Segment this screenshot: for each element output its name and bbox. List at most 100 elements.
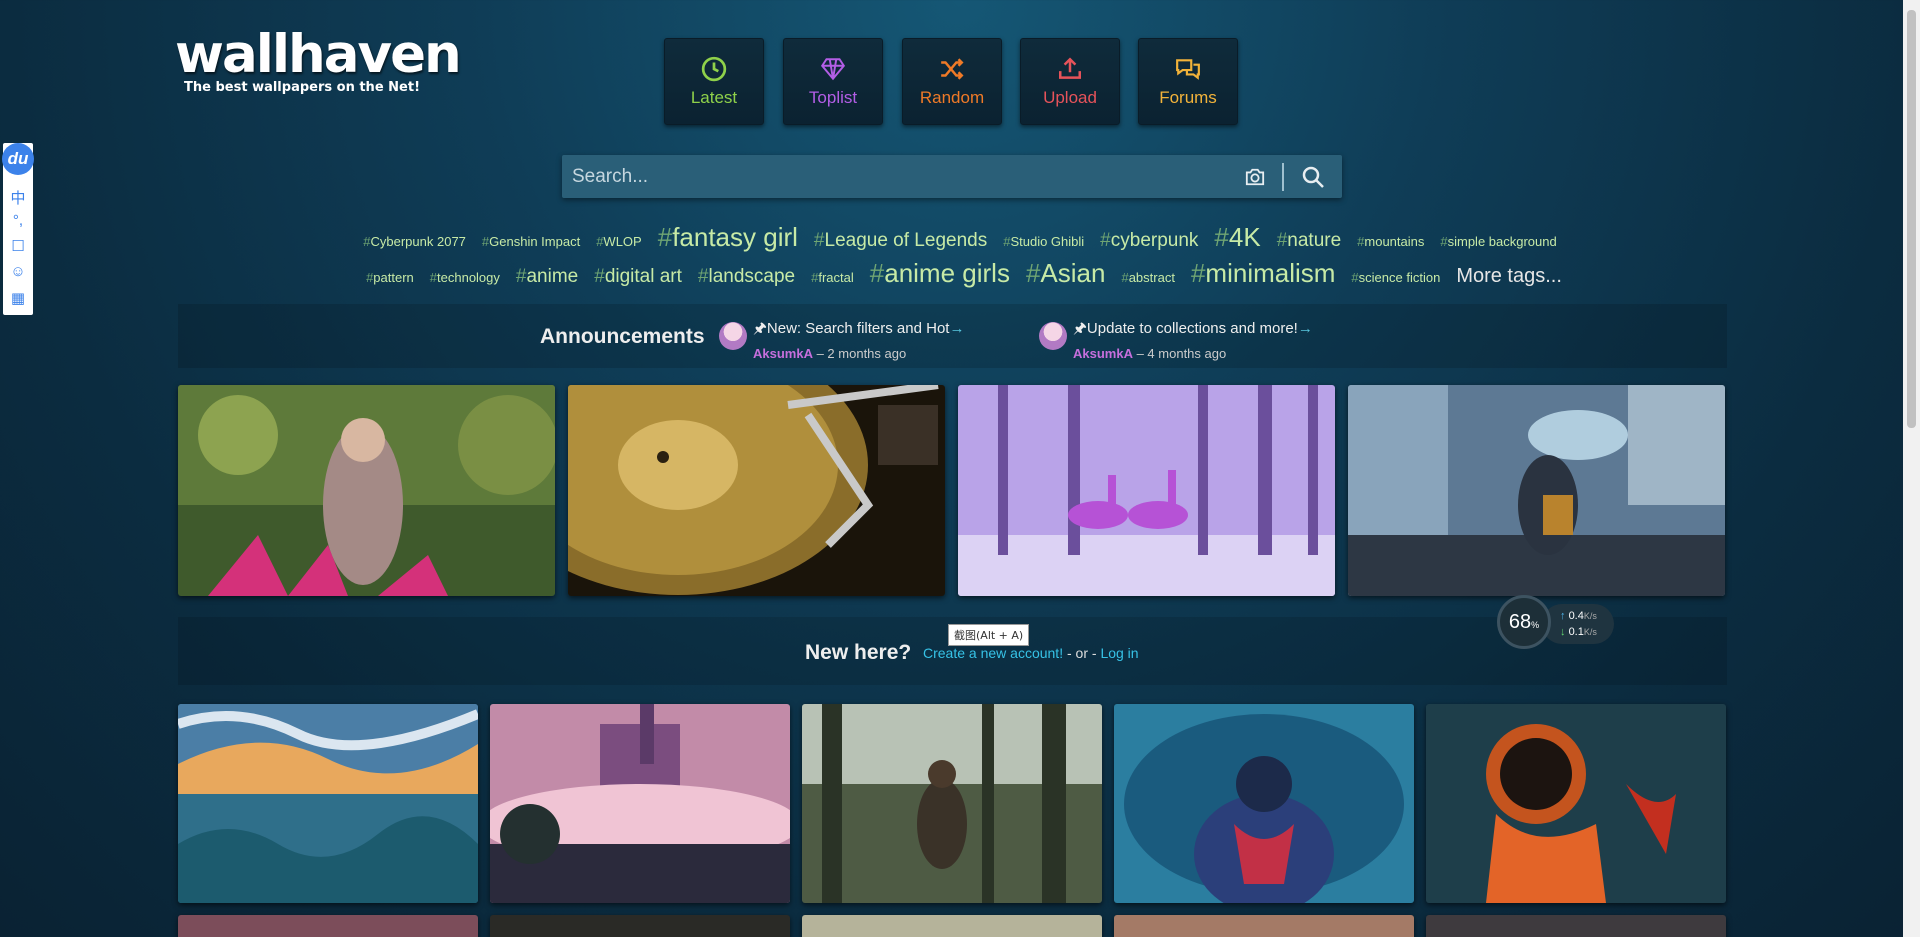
tag-name: 4K (1228, 222, 1261, 252)
ime-language-toggle[interactable]: 中 (3, 187, 33, 208)
tag-link[interactable]: #pattern (366, 270, 414, 285)
hash-symbol: # (363, 234, 371, 249)
ime-punctuation-toggle[interactable]: °, (3, 212, 33, 229)
tag-link[interactable]: #science fiction (1351, 270, 1440, 285)
shuffle-icon (941, 57, 964, 80)
tag-name: Asian (1040, 258, 1106, 288)
tag-name: anime (526, 266, 579, 287)
tag-link[interactable]: #technology (430, 270, 500, 285)
wallpaper-thumbnail[interactable] (1348, 385, 1725, 596)
hash-symbol: # (515, 266, 527, 287)
more-tags-link[interactable]: More tags... (1456, 265, 1562, 288)
wallpaper-thumbnail[interactable] (1114, 915, 1414, 937)
tag-name: fractal (818, 270, 854, 285)
tag-link[interactable]: #Asian (1026, 258, 1106, 289)
hash-symbol: # (1121, 270, 1129, 285)
pin-icon: 🖈 (753, 320, 767, 337)
announcement-author[interactable]: AksumkA (1073, 346, 1133, 361)
tag-link[interactable]: #WLOP (596, 234, 642, 249)
tag-link[interactable]: #simple background (1440, 234, 1556, 249)
tag-name: science fiction (1358, 270, 1441, 285)
baidu-ime-logo[interactable]: du (2, 143, 34, 175)
nav-forums-button[interactable]: Forums (1138, 38, 1238, 125)
hash-symbol: # (813, 230, 825, 251)
hash-symbol: # (1351, 270, 1359, 285)
search-input[interactable] (562, 155, 1238, 198)
wallpaper-thumbnail[interactable] (1114, 704, 1414, 903)
tag-link[interactable]: #digital art (594, 266, 682, 288)
nav-label: Forums (1159, 87, 1217, 107)
tag-name: anime girls (884, 258, 1010, 288)
announcement-item[interactable]: 🖈Update to collections and more!→ Aksumk… (1039, 318, 1313, 361)
site-logo[interactable]: wallhaven The best wallpapers on the Net… (175, 24, 462, 96)
hash-symbol: # (1440, 234, 1448, 249)
upload-arrow-icon: ↑ (1560, 610, 1566, 622)
wallpaper-thumbnail[interactable] (568, 385, 945, 596)
ime-skin-icon[interactable]: ☐ (3, 237, 33, 255)
nav-upload-button[interactable]: Upload (1020, 38, 1120, 125)
nav-toplist-button[interactable]: Toplist (783, 38, 883, 125)
tag-link[interactable]: #landscape (698, 266, 795, 288)
tag-link[interactable]: #fractal (811, 270, 854, 285)
wallpaper-thumbnail[interactable] (1426, 915, 1726, 937)
search-icon[interactable] (1284, 155, 1342, 198)
scrollbar[interactable] (1903, 0, 1920, 937)
tag-link[interactable]: #cyberpunk (1100, 230, 1198, 252)
tag-link[interactable]: #Cyberpunk 2077 (363, 234, 466, 249)
tag-name: Studio Ghibli (1010, 234, 1085, 249)
tag-name: fantasy girl (672, 222, 798, 252)
tag-link[interactable]: #minimalism (1191, 258, 1335, 289)
new-here-title: New here? (805, 641, 912, 664)
scrollbar-thumb[interactable] (1907, 10, 1916, 428)
tooltip: 截图(Alt + A) (948, 624, 1030, 646)
hash-symbol: # (657, 222, 673, 252)
tag-name: cyberpunk (1110, 230, 1199, 251)
memory-percent: 68% (1497, 595, 1551, 649)
announcement-link[interactable]: 🖈New: Search filters and Hot→ (753, 318, 964, 343)
hash-symbol: # (697, 266, 709, 287)
avatar (719, 322, 747, 350)
create-account-link[interactable]: Create a new account! (923, 645, 1063, 661)
hash-symbol: # (429, 270, 438, 285)
ime-user-icon[interactable]: ☺ (3, 263, 33, 280)
tag-link[interactable]: #fantasy girl (658, 222, 798, 253)
tag-link[interactable]: #anime girls (870, 258, 1010, 289)
wallpaper-thumbnail[interactable] (178, 704, 478, 903)
tag-name: mountains (1364, 234, 1425, 249)
logo-title: wallhaven (175, 24, 462, 85)
wallpaper-thumbnail[interactable] (490, 915, 790, 937)
hash-symbol: # (869, 258, 885, 288)
tag-link[interactable]: #abstract (1121, 270, 1174, 285)
wallpaper-thumbnail[interactable] (178, 385, 555, 596)
tag-link[interactable]: #Genshin Impact (482, 234, 580, 249)
nav-latest-button[interactable]: Latest (664, 38, 764, 125)
tag-name: digital art (604, 266, 682, 287)
announcement-item[interactable]: 🖈New: Search filters and Hot→ AksumkA – … (719, 318, 964, 361)
tag-link[interactable]: #Studio Ghibli (1003, 234, 1084, 249)
wallpaper-thumbnail[interactable] (1426, 704, 1726, 903)
wallpaper-thumbnail[interactable] (958, 385, 1335, 596)
wallpaper-thumbnail[interactable] (802, 704, 1102, 903)
tag-link[interactable]: #League of Legends (814, 230, 987, 252)
wallpaper-thumbnail[interactable] (802, 915, 1102, 937)
camera-icon[interactable] (1238, 155, 1272, 198)
nav-random-button[interactable]: Random (902, 38, 1002, 125)
tag-link[interactable]: #4K (1214, 222, 1260, 253)
avatar (1039, 322, 1067, 350)
ime-grid-icon[interactable]: ▦ (3, 289, 33, 307)
announcement-link[interactable]: 🖈Update to collections and more!→ (1073, 318, 1313, 343)
tag-link[interactable]: #nature (1277, 230, 1341, 252)
network-speed-widget[interactable]: ↑ 0.4K/s ↓ 0.1K/s 68% (1497, 595, 1615, 649)
announcement-meta: AksumkA – 2 months ago (753, 346, 907, 361)
hash-symbol: # (1214, 222, 1229, 252)
download-arrow-icon: ↓ (1560, 626, 1566, 638)
announcement-author[interactable]: AksumkA (753, 346, 813, 361)
wallpaper-thumbnail[interactable] (490, 704, 790, 903)
nav-label: Latest (690, 87, 738, 107)
arrow-right-icon: → (1297, 320, 1313, 337)
wallpaper-thumbnail[interactable] (178, 915, 478, 937)
tag-link[interactable]: #mountains (1357, 234, 1424, 249)
tag-link[interactable]: #anime (516, 266, 578, 288)
login-link[interactable]: Log in (1100, 645, 1138, 661)
hash-symbol: # (594, 266, 605, 287)
